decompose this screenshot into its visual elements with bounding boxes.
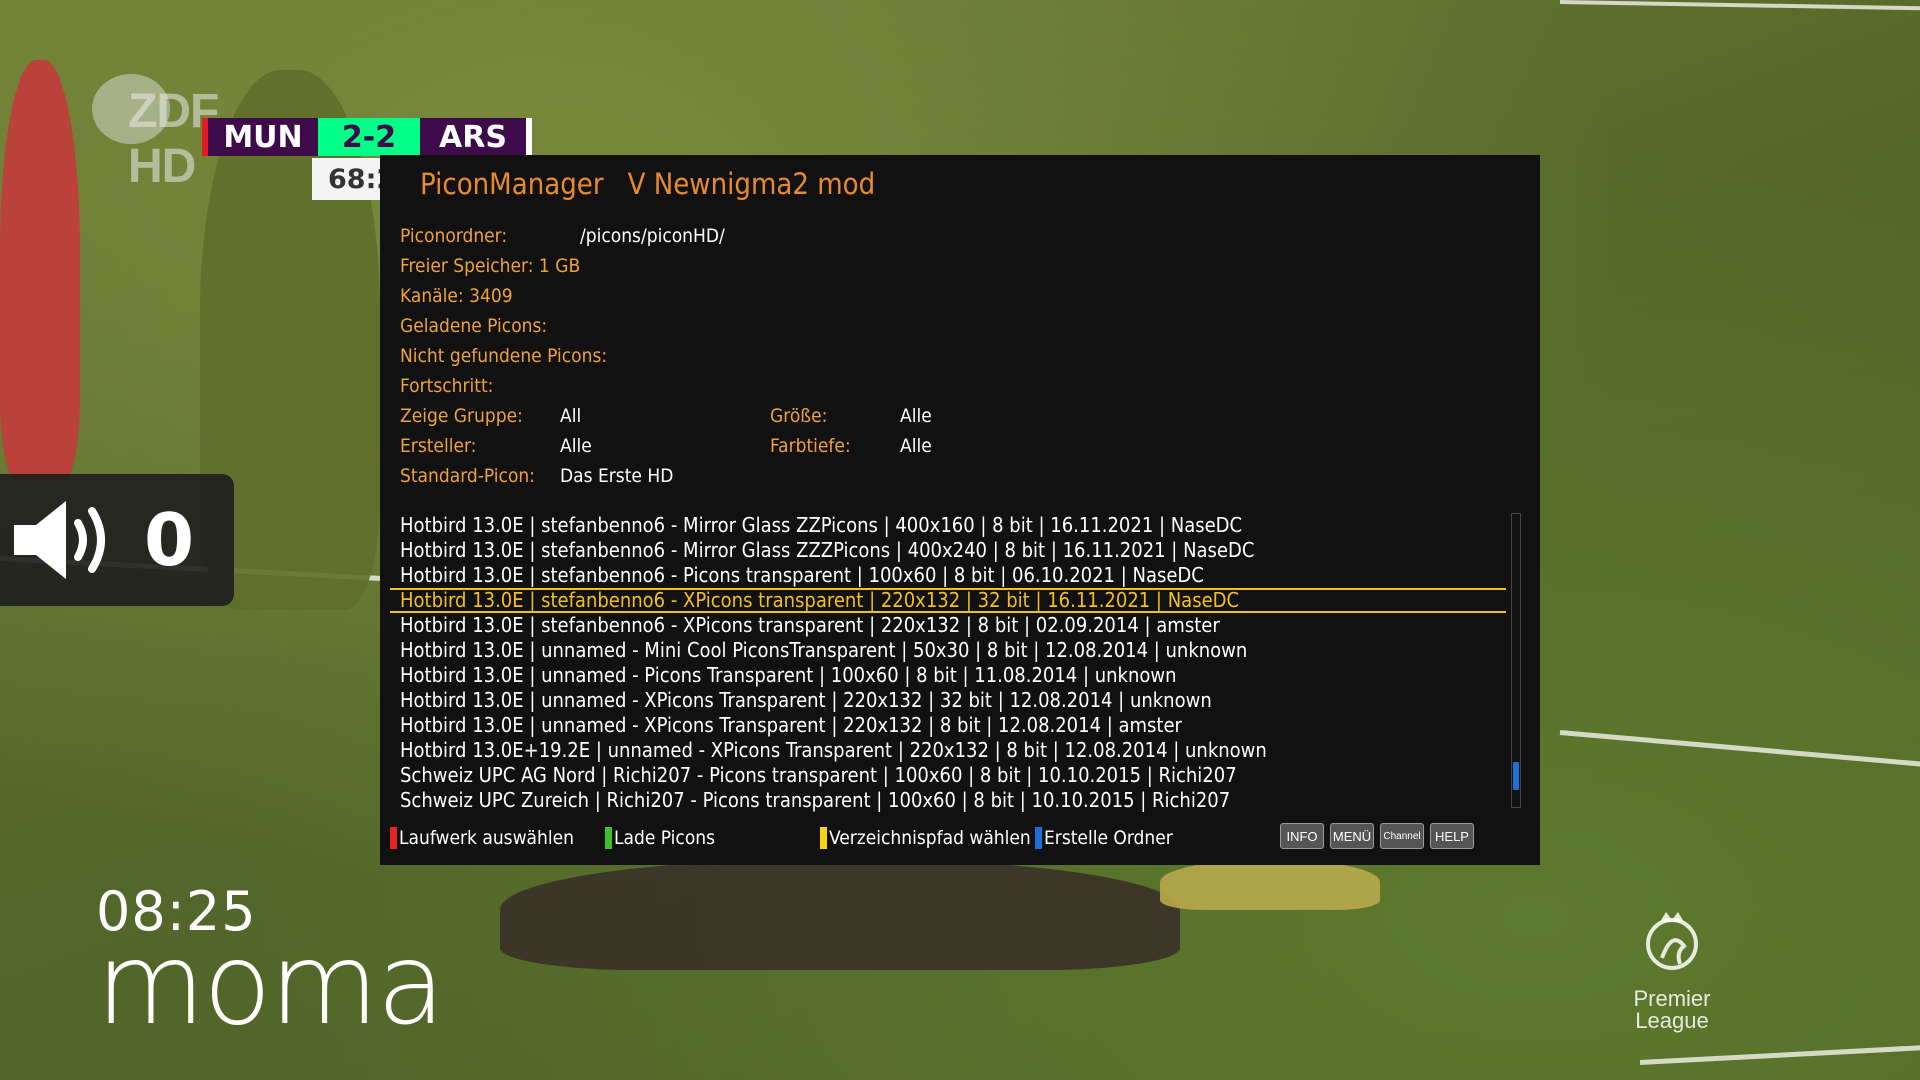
list-item[interactable]: Hotbird 13.0E | unnamed - Picons Transpa… [390,663,1506,688]
player-figure [1160,860,1380,910]
program-logo: moma [96,920,445,1050]
color-depth-value: Alle [900,435,932,457]
default-picon-value: Das Erste HD [560,465,674,487]
menu-key[interactable]: MENÜ [1330,823,1374,849]
show-group-value: All [560,405,582,427]
button-bar: Laufwerk auswählen Lade Picons Verzeichn… [390,823,1530,857]
league-logo-text: Premier League [1633,986,1711,1033]
scrollbar-thumb[interactable] [1513,762,1519,790]
progress: Fortschritt: [400,375,494,397]
free-space: Freier Speicher: 1 GB [400,255,581,277]
size-label: Größe: [770,405,828,427]
creator-row: Ersteller: Alle [400,435,592,457]
not-found-picons: Nicht gefundene Picons: [400,345,608,367]
show-group-label: Zeige Gruppe: [400,405,523,427]
info-key[interactable]: INFO [1280,823,1324,849]
player-figure [500,860,1180,970]
help-key[interactable]: HELP [1430,823,1474,849]
list-item[interactable]: Hotbird 13.0E | unnamed - XPicons Transp… [390,688,1506,713]
list-item[interactable]: Hotbird 13.0E | stefanbenno6 - Picons tr… [390,563,1506,588]
away-team: ARS [420,118,532,156]
list-item[interactable]: Hotbird 13.0E | stefanbenno6 - Mirror Gl… [390,513,1506,538]
picon-folder-label: Piconordner: [400,225,508,247]
list-item[interactable]: Hotbird 13.0E | stefanbenno6 - Mirror Gl… [390,538,1506,563]
list-item[interactable]: Hotbird 13.0E+19.2E | unnamed - XPicons … [390,738,1506,763]
blue-key-icon [1035,827,1042,849]
size-value: Alle [900,405,932,427]
channel-key[interactable]: Channel [1380,823,1424,849]
speaker-icon [14,501,105,579]
dialog-title: PiconManager V Newnigma2 mod [420,167,875,201]
list-item[interactable]: Hotbird 13.0E | stefanbenno6 - XPicons t… [390,613,1506,638]
show-group-row: Zeige Gruppe: All [400,405,581,427]
red-button-label: Laufwerk auswählen [399,827,574,849]
list-item[interactable]: Schweiz UPC Zureich | Richi207 - Picons … [390,788,1506,813]
list-item-selected[interactable]: Hotbird 13.0E | stefanbenno6 - XPicons t… [390,588,1506,613]
yellow-button[interactable]: Verzeichnispfad wählen [820,827,1031,849]
scorebug: MUN 2-2 ARS [202,118,532,156]
blue-button[interactable]: Erstelle Ordner [1035,827,1173,849]
red-button[interactable]: Laufwerk auswählen [390,827,574,849]
app-name: PiconManager [420,167,604,201]
list-item[interactable]: Schweiz UPC AG Nord | Richi207 - Picons … [390,763,1506,788]
league-logo: Premier League [1622,910,1722,1032]
premier-league-lion-icon [1646,912,1698,970]
score: 2-2 [318,118,420,156]
home-team: MUN [202,118,318,156]
volume-osd: 0 [0,474,234,606]
app-version: V Newnigma2 mod [627,167,876,201]
yellow-key-icon [820,827,827,849]
yellow-button-label: Verzeichnispfad wählen [829,827,1031,849]
piconmanager-dialog: PiconManager V Newnigma2 mod Piconordner:… [380,155,1540,865]
color-depth-row: Farbtiefe: Alle [770,435,932,457]
volume-value: 0 [144,498,195,582]
picon-folder-row: Piconordner: /picons/piconHD/ [400,225,725,247]
list-item[interactable]: Hotbird 13.0E | unnamed - XPicons Transp… [390,713,1506,738]
green-key-icon [605,827,612,849]
blue-button-label: Erstelle Ordner [1044,827,1173,849]
green-button[interactable]: Lade Picons [605,827,715,849]
list-scrollbar[interactable] [1511,513,1521,808]
default-picon-row: Standard-Picon: Das Erste HD [400,465,673,487]
green-button-label: Lade Picons [614,827,716,849]
color-depth-label: Farbtiefe: [770,435,851,457]
default-picon-label: Standard-Picon: [400,465,535,487]
creator-label: Ersteller: [400,435,477,457]
size-row: Größe: Alle [770,405,932,427]
red-key-icon [390,827,397,849]
loaded-picons: Geladene Picons: [400,315,548,337]
picon-set-list[interactable]: Hotbird 13.0E | stefanbenno6 - Mirror Gl… [390,513,1506,813]
creator-value: Alle [560,435,592,457]
channel-count: Kanäle: 3409 [400,285,513,307]
player-figure [0,60,80,480]
list-item[interactable]: Hotbird 13.0E | unnamed - Mini Cool Pico… [390,638,1506,663]
picon-folder-value: /picons/piconHD/ [580,225,725,247]
